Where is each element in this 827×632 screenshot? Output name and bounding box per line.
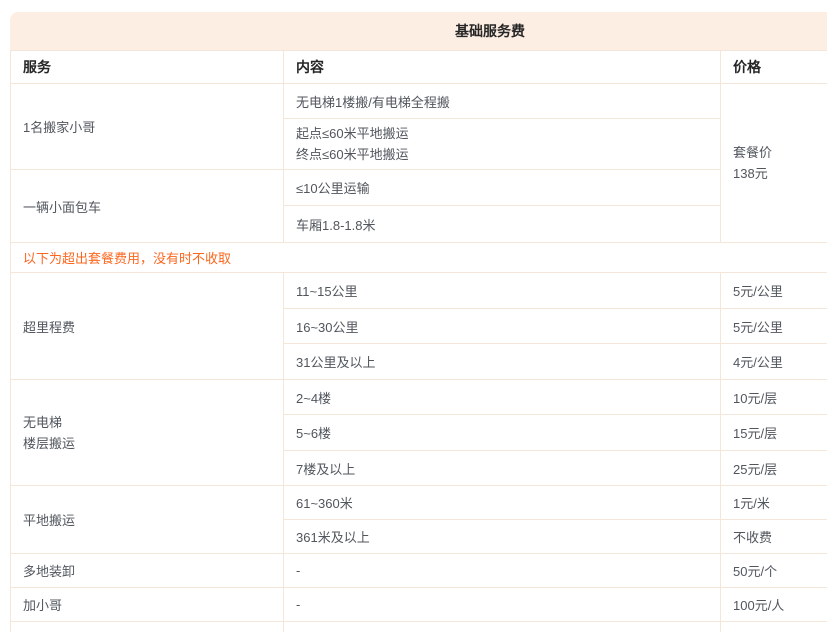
price-cell: 50元/个 — [721, 554, 827, 588]
package-price-line1: 套餐价 — [733, 142, 827, 163]
price-cell: 15元/层 — [721, 415, 827, 451]
service-cell-multi: 多地装卸 — [11, 554, 284, 588]
price-cell: 4元/公里 — [721, 344, 827, 380]
table-row: 无电梯 楼层搬运 2~4楼 10元/层 — [11, 380, 827, 415]
table-row: 多地装卸 - 50元/个 — [11, 554, 827, 588]
notice-text: 以下为超出套餐费用，没有时不收取 — [11, 243, 827, 273]
content-cell: 起点≤60米平地搬运 终点≤60米平地搬运 — [284, 119, 721, 170]
content-cell: 7楼及以上 — [284, 451, 721, 486]
service-cell-flat: 平地搬运 — [11, 486, 284, 554]
fee-table: 服务 内容 价格 1名搬家小哥 无电梯1楼搬/有电梯全程搬 套餐价 138元 起… — [10, 50, 827, 632]
price-cell: 5元/公里 — [721, 309, 827, 344]
service-cell-van: 一辆小面包车 — [11, 170, 284, 243]
price-cell-package: 套餐价 138元 — [721, 84, 827, 243]
col-header-service: 服务 — [11, 51, 284, 84]
content-cell: - — [284, 554, 721, 588]
service-cell-mileage: 超里程费 — [11, 273, 284, 380]
content-line-start: 起点≤60米平地搬运 — [296, 123, 708, 144]
price-cell: 25元/层 — [721, 451, 827, 486]
content-cell: 5~6楼 — [284, 415, 721, 451]
service-cell-mover: 1名搬家小哥 — [11, 84, 284, 170]
page: 基础服务费 服务 内容 价格 1名搬家小哥 无电梯1楼搬/有电梯全程搬 套餐价 … — [0, 0, 827, 632]
basic-fee-table: 基础服务费 服务 内容 价格 1名搬家小哥 无电梯1楼搬/有电梯全程搬 套餐价 … — [10, 12, 827, 632]
content-cell: ≤10公里运输 — [284, 170, 721, 206]
content-cell: 11~15公里 — [284, 273, 721, 309]
content-cell: 16~30公里 — [284, 309, 721, 344]
table-row: 超里程费 11~15公里 5元/公里 — [11, 273, 827, 309]
table-row: 一辆小面包车 ≤10公里运输 — [11, 170, 827, 206]
table-row: 加小哥 - 100元/人 — [11, 588, 827, 622]
content-cell: 车厢1.8-1.8米 — [284, 206, 721, 243]
service-line1: 无电梯 — [23, 412, 271, 433]
table-row: 1名搬家小哥 无电梯1楼搬/有电梯全程搬 套餐价 138元 — [11, 84, 827, 119]
content-cell-empty — [284, 622, 721, 632]
table-row-partial — [11, 622, 827, 632]
col-header-price: 价格 — [721, 51, 827, 84]
price-cell: 1元/米 — [721, 486, 827, 520]
col-header-content: 内容 — [284, 51, 721, 84]
content-cell: 无电梯1楼搬/有电梯全程搬 — [284, 84, 721, 119]
service-cell-floor: 无电梯 楼层搬运 — [11, 380, 284, 486]
package-price-line2: 138元 — [733, 163, 827, 184]
price-cell: 不收费 — [721, 520, 827, 554]
notice-row: 以下为超出套餐费用，没有时不收取 — [11, 243, 827, 273]
content-cell: 361米及以上 — [284, 520, 721, 554]
service-cell-empty — [11, 622, 284, 632]
content-line-end: 终点≤60米平地搬运 — [296, 144, 708, 165]
content-cell: 2~4楼 — [284, 380, 721, 415]
content-cell: 61~360米 — [284, 486, 721, 520]
price-cell: 5元/公里 — [721, 273, 827, 309]
content-cell: 31公里及以上 — [284, 344, 721, 380]
price-cell: 10元/层 — [721, 380, 827, 415]
column-header-row: 服务 内容 价格 — [11, 51, 827, 84]
table-row: 平地搬运 61~360米 1元/米 — [11, 486, 827, 520]
table-title-bar: 基础服务费 — [10, 12, 827, 50]
table-title: 基础服务费 — [455, 21, 525, 41]
price-cell: 100元/人 — [721, 588, 827, 622]
price-cell-empty — [721, 622, 827, 632]
service-line2: 楼层搬运 — [23, 433, 271, 454]
content-cell: - — [284, 588, 721, 622]
service-cell-helper: 加小哥 — [11, 588, 284, 622]
